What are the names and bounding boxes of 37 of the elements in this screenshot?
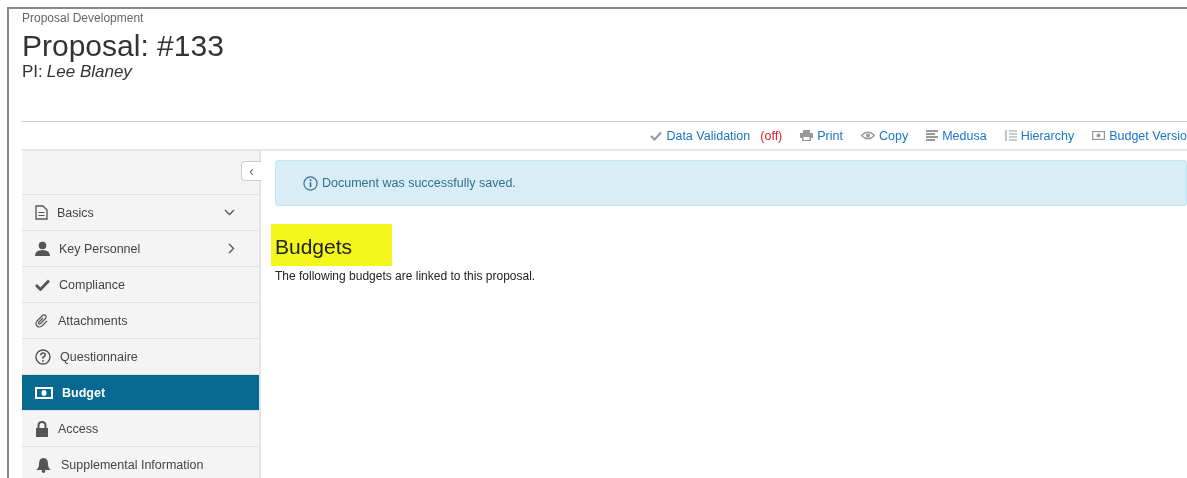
toolbar-link[interactable]: Data Validation (off) [650, 128, 783, 143]
check-icon [35, 278, 50, 291]
toolbar-link[interactable]: Budget Versio [1092, 128, 1187, 143]
list-icon [1004, 130, 1017, 141]
banknote-icon [1092, 131, 1106, 140]
toolbar-link[interactable]: Hierarchy [1004, 128, 1075, 143]
page-title: Proposal: #133 [22, 29, 225, 63]
sidebar-item[interactable]: Attachments [22, 303, 259, 339]
stack-icon [926, 130, 939, 141]
section-description: The following budgets are linked to this proposal. [275, 269, 537, 283]
toolbar-link[interactable]: Print [800, 128, 843, 143]
sidebar-item[interactable]: Basics [22, 195, 259, 231]
status-label: (off) [760, 128, 783, 143]
bell-icon [35, 456, 52, 473]
toolbar-link[interactable]: Medusa [926, 128, 987, 143]
sidebar-item[interactable]: Compliance [22, 267, 259, 303]
pi-name: Lee Blaney [46, 62, 132, 81]
person-icon [35, 241, 50, 256]
section-heading: Budgets [271, 224, 393, 266]
collapse-button[interactable]: ‹ [241, 161, 261, 181]
pi-label: PI: [22, 62, 43, 81]
sidebar-item[interactable]: Supplemental Information [22, 447, 259, 478]
banknote-icon [35, 386, 53, 399]
toolbar-link[interactable]: Copy [861, 128, 909, 143]
sidebar-item[interactable]: Access [22, 411, 259, 447]
document-icon [35, 205, 48, 220]
paperclip-icon [35, 313, 49, 328]
alert-message: Document was successfully saved. [322, 176, 516, 190]
sidebar-item[interactable]: Key Personnel [22, 231, 259, 267]
breadcrumb: Proposal Development [22, 10, 145, 25]
eye-icon [861, 131, 875, 140]
check-icon [650, 130, 663, 141]
lock-icon [35, 420, 49, 437]
sidebar-item[interactable]: Budget [22, 375, 259, 411]
question-icon [35, 348, 51, 365]
info-icon [303, 175, 318, 191]
printer-icon [800, 130, 814, 141]
